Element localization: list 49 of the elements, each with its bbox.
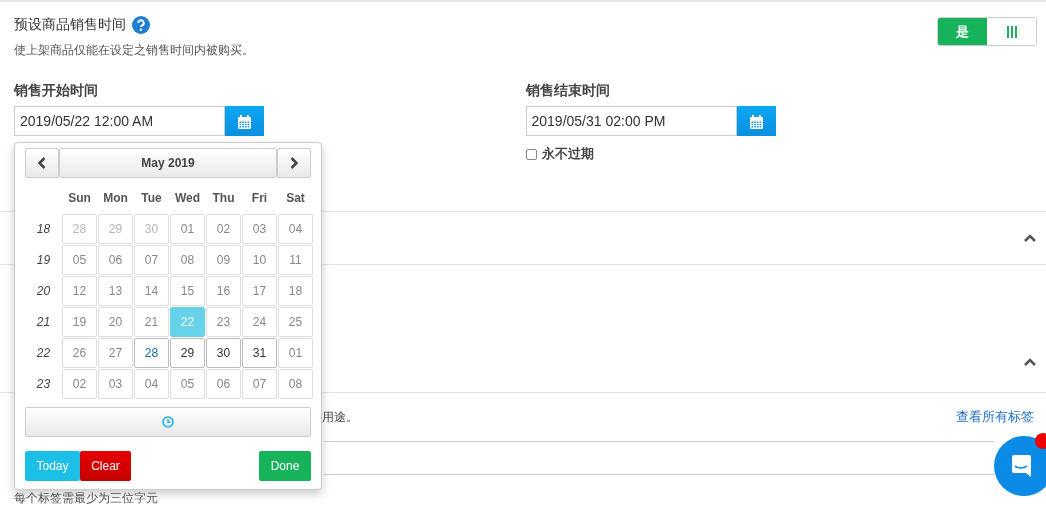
done-button[interactable]: Done — [259, 451, 311, 481]
chevron-left-icon — [38, 157, 46, 169]
clear-button[interactable]: Clear — [80, 451, 131, 481]
field-label: 销售结束时间 — [525, 82, 611, 100]
section-title: 预设商品销售时间 — [14, 16, 126, 34]
bars-icon — [1006, 25, 1017, 38]
weekday-label: Mon — [102, 190, 129, 207]
weekday-label: Tue — [140, 190, 163, 207]
chat-button[interactable] — [994, 436, 1046, 496]
tag-hint: 用途。 — [322, 408, 358, 426]
calendar-button[interactable] — [736, 106, 776, 136]
week-number: 20 — [35, 283, 52, 300]
tag-input[interactable] — [324, 441, 994, 475]
weekday-label: Sun — [67, 190, 92, 207]
calendar-day[interactable]: 28 — [134, 338, 169, 368]
next-month-button[interactable] — [277, 148, 311, 178]
tag-rule-text: 每个标签需最少为三位字元 — [14, 490, 159, 507]
field-label: 销售开始时间 — [14, 82, 99, 100]
calendar-icon — [237, 113, 252, 129]
week-number: 19 — [35, 252, 52, 269]
week-number: 21 — [35, 314, 52, 331]
section-description: 使上架商品仅能在设定之销售时间内被购买。 — [14, 42, 254, 59]
today-button[interactable]: Today — [25, 451, 80, 481]
help-icon — [132, 16, 150, 34]
calendar-day[interactable]: 29 — [170, 338, 205, 368]
calendar-day[interactable]: 30 — [206, 338, 241, 368]
clock-icon — [162, 416, 174, 428]
week-number: 18 — [35, 221, 52, 238]
view-all-tags-link[interactable]: 查看所有标签 — [956, 408, 1034, 426]
chat-icon — [1009, 454, 1033, 478]
month-button[interactable]: May 2019 — [59, 148, 277, 178]
calendar-icon — [748, 113, 764, 129]
checkbox[interactable] — [525, 148, 537, 160]
weekday-label: Thu — [211, 190, 236, 207]
calendar-day[interactable]: 31 — [242, 338, 277, 368]
date-input[interactable]: 2019/05/22 12:00 AM — [14, 106, 225, 136]
toggle-switch[interactable]: 是 — [937, 17, 1037, 46]
chevron-right-icon — [290, 157, 298, 169]
checkbox-label: 永不过期 — [541, 145, 594, 163]
date-input[interactable]: 2019/05/31 02:00 PM — [525, 106, 737, 136]
week-number: 23 — [35, 376, 52, 393]
previous-month-button[interactable] — [25, 148, 59, 178]
chevron-up-icon[interactable] — [1024, 233, 1036, 243]
chevron-up-icon[interactable] — [1024, 358, 1036, 367]
week-number: 22 — [35, 345, 52, 362]
weekday-label: Fri — [250, 190, 269, 207]
weekday-label: Sat — [285, 190, 306, 207]
weekday-label: Wed — [173, 190, 202, 207]
calendar-button[interactable] — [225, 106, 264, 136]
